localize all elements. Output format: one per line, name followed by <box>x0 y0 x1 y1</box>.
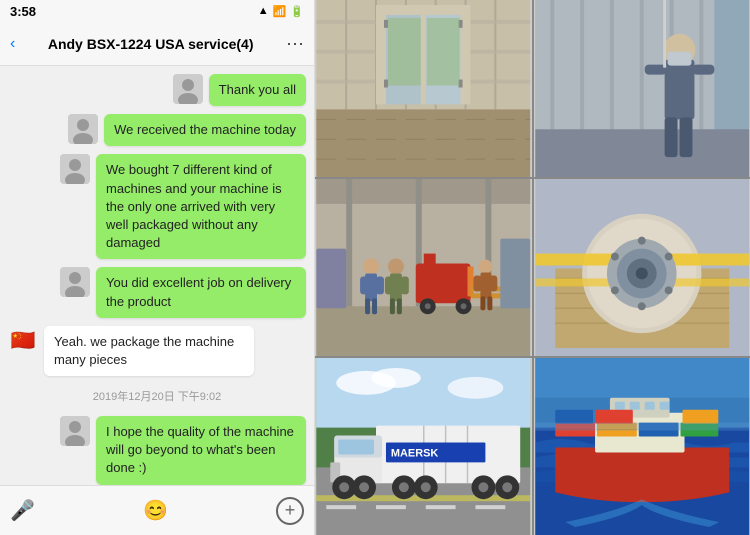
message-row: We received the machine today <box>8 114 306 146</box>
signal-icon: ▲ <box>258 5 269 17</box>
status-icons: ▲ 📶 🔋 <box>258 5 304 18</box>
message-bubble: You did excellent job on delivery the pr… <box>96 267 306 317</box>
status-time: 3:58 <box>10 4 36 19</box>
chat-title: Andy BSX-1224 USA service(4) <box>15 36 286 52</box>
message-bubble: Yeah. we package the machine many pieces <box>44 326 254 376</box>
add-button[interactable]: + <box>276 497 304 525</box>
chat-panel: 3:58 ▲ 📶 🔋 ‹ Andy BSX-1224 USA service(4… <box>0 0 315 535</box>
avatar <box>60 416 90 446</box>
wifi-icon: 📶 <box>273 5 287 18</box>
message-row: I hope the quality of the machine will g… <box>8 416 306 485</box>
chat-bottom-bar: 🎤 😊 + <box>0 485 314 535</box>
photo-container-ship <box>534 358 750 535</box>
photo-warehouse-workers <box>315 179 532 356</box>
message-bubble: We received the machine today <box>104 114 306 146</box>
photo-mechanical-closeup <box>534 179 750 356</box>
message-bubble: We bought 7 different kind of machines a… <box>96 154 306 259</box>
avatar <box>173 74 203 104</box>
photo-man-container <box>534 0 750 177</box>
message-row: We bought 7 different kind of machines a… <box>8 154 306 259</box>
message-timestamp: 2019年12月20日 下午9:02 <box>8 388 306 404</box>
message-bubble: Thank you all <box>209 74 306 106</box>
more-button[interactable]: ··· <box>286 33 304 54</box>
photo-maersk-truck: MAERSK <box>315 358 532 535</box>
message-row: You did excellent job on delivery the pr… <box>8 267 306 317</box>
photo-container-interior <box>315 0 532 177</box>
chat-header: ‹ Andy BSX-1224 USA service(4) ··· <box>0 22 314 66</box>
status-bar: 3:58 ▲ 📶 🔋 <box>0 0 314 22</box>
avatar-flag: 🇨🇳 <box>8 326 38 356</box>
battery-icon: 🔋 <box>290 5 304 18</box>
voice-button[interactable]: 🎤 <box>10 498 35 523</box>
avatar <box>60 267 90 297</box>
messages-list: Thank you all We received the machine to… <box>0 66 314 485</box>
emoji-button[interactable]: 😊 <box>143 498 168 523</box>
photos-panel: MAERSK <box>315 0 750 535</box>
message-row: Thank you all <box>8 74 306 106</box>
avatar <box>60 154 90 184</box>
avatar <box>68 114 98 144</box>
message-bubble: I hope the quality of the machine will g… <box>96 416 306 485</box>
svg-text:MAERSK: MAERSK <box>391 447 438 459</box>
message-row: 🇨🇳 Yeah. we package the machine many pie… <box>8 326 306 376</box>
